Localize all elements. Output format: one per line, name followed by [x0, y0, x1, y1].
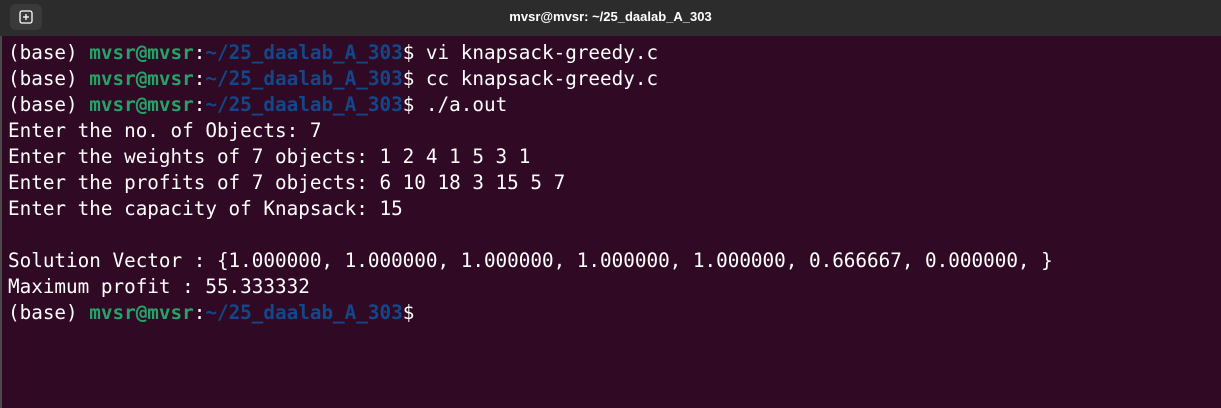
- new-tab-icon: [19, 10, 33, 24]
- output-line: Enter the capacity of Knapsack: 15: [8, 197, 403, 220]
- output-line: Enter the weights of 7 objects: 1 2 4 1 …: [8, 145, 531, 168]
- prompt-line: (base) mvsr@mvsr:~/25_daalab_A_303$ cc k…: [8, 66, 1221, 92]
- prompt-user-host: mvsr@mvsr: [89, 301, 194, 324]
- prompt-colon: :: [193, 93, 206, 116]
- prompt-dollar: $: [402, 41, 415, 64]
- new-tab-button[interactable]: [10, 4, 42, 30]
- output-line: Maximum profit : 55.333332: [8, 275, 310, 298]
- prompt-user-host: mvsr@mvsr: [89, 67, 194, 90]
- prompt-dollar: $: [402, 93, 415, 116]
- terminal-output[interactable]: (base) mvsr@mvsr:~/25_daalab_A_303$ vi k…: [0, 36, 1221, 408]
- prompt-env: (base): [8, 41, 90, 64]
- prompt-line: (base) mvsr@mvsr:~/25_daalab_A_303$: [8, 300, 1221, 326]
- prompt-colon: :: [193, 67, 206, 90]
- prompt-path: ~/25_daalab_A_303: [205, 93, 403, 116]
- output-line: Solution Vector : {1.000000, 1.000000, 1…: [8, 249, 1053, 272]
- prompt-user-host: mvsr@mvsr: [89, 93, 194, 116]
- prompt-env: (base): [8, 301, 90, 324]
- prompt-env: (base): [8, 67, 90, 90]
- prompt-user-host: mvsr@mvsr: [89, 41, 194, 64]
- output-line: Enter the no. of Objects: 7: [8, 119, 322, 142]
- command-text: cc knapsack-greedy.c: [414, 67, 659, 90]
- prompt-path: ~/25_daalab_A_303: [205, 301, 403, 324]
- window-title: mvsr@mvsr: ~/25_daalab_A_303: [509, 9, 712, 24]
- prompt-path: ~/25_daalab_A_303: [205, 41, 403, 64]
- prompt-line: (base) mvsr@mvsr:~/25_daalab_A_303$ vi k…: [8, 40, 1221, 66]
- prompt-colon: :: [193, 41, 206, 64]
- prompt-dollar: $: [402, 301, 415, 324]
- command-text: ./a.out: [414, 93, 508, 116]
- command-text: vi knapsack-greedy.c: [414, 41, 659, 64]
- prompt-colon: :: [193, 301, 206, 324]
- prompt-line: (base) mvsr@mvsr:~/25_daalab_A_303$ ./a.…: [8, 92, 1221, 118]
- output-line: Enter the profits of 7 objects: 6 10 18 …: [8, 171, 566, 194]
- prompt-env: (base): [8, 93, 90, 116]
- prompt-dollar: $: [402, 67, 415, 90]
- title-bar: mvsr@mvsr: ~/25_daalab_A_303: [0, 0, 1221, 36]
- terminal-window: mvsr@mvsr: ~/25_daalab_A_303 (base) mvsr…: [0, 0, 1221, 408]
- prompt-path: ~/25_daalab_A_303: [205, 67, 403, 90]
